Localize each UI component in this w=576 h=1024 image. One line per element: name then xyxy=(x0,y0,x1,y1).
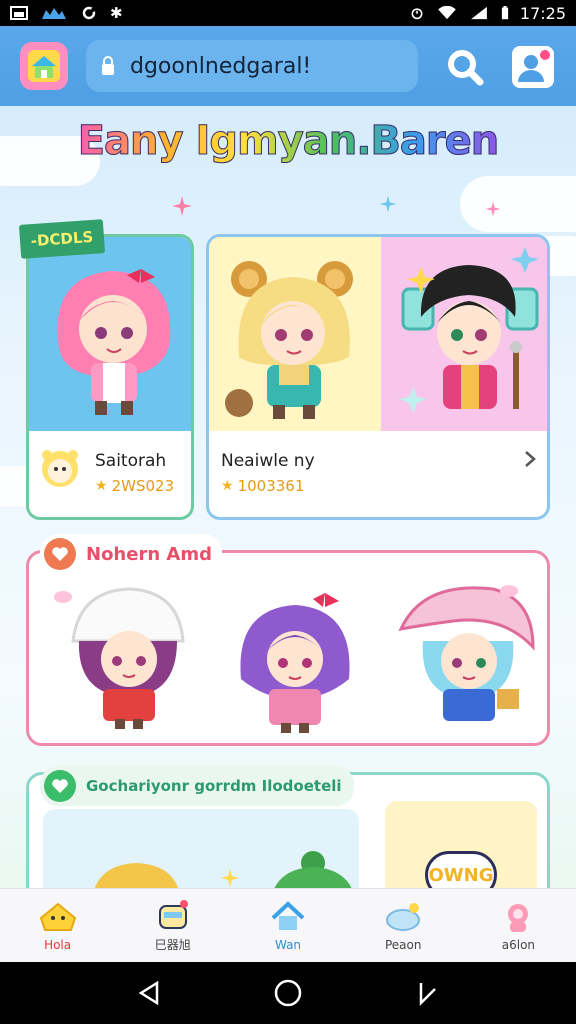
cloud-decoration xyxy=(460,176,576,232)
character-icon xyxy=(508,903,529,932)
tab-peaon[interactable]: Peaon xyxy=(346,889,461,962)
app-header: dgoonlnedgaral! xyxy=(0,26,576,106)
star-icon: ★ xyxy=(95,478,108,494)
address-text: dgoonlnedgaral! xyxy=(130,53,312,79)
cloud-sticker-icon xyxy=(500,585,518,597)
sparkle-icon xyxy=(220,868,240,888)
recents-button[interactable] xyxy=(407,973,447,1013)
sparkle-icon xyxy=(379,195,397,213)
cloud-icon xyxy=(386,902,421,931)
house-icon xyxy=(271,900,305,930)
character-art xyxy=(209,237,381,431)
bottom-tab-bar: Hola 巳器旭 Wan Peaon a6lon xyxy=(0,888,576,962)
heart-icon xyxy=(44,538,76,570)
hero-title: Eany Igmyan.Baren xyxy=(77,118,500,165)
card-title: Saitorah xyxy=(95,451,167,471)
home-circle-icon xyxy=(274,979,302,1007)
app-screen: dgoonlnedgaral! Eany Igmyan.Baren -DCDLS xyxy=(0,26,576,962)
system-navigation-bar xyxy=(0,962,576,1024)
tab-gifts[interactable]: 巳器旭 xyxy=(115,889,230,962)
character-card-wide[interactable]: Neaiwle ny ★ 1003361 xyxy=(206,234,550,520)
tab-label: Hola xyxy=(44,937,72,952)
tab-label: a6lon xyxy=(501,937,536,952)
search-button[interactable] xyxy=(444,46,486,88)
signal-icon xyxy=(471,6,487,20)
status-bar: ✱ 17:25 xyxy=(0,0,576,26)
cloud-sticker-icon xyxy=(54,591,72,603)
back-button[interactable] xyxy=(129,973,169,1013)
gift-icon xyxy=(158,900,188,929)
character-avatar-icon xyxy=(42,450,78,487)
app-logo-icon[interactable] xyxy=(20,42,68,90)
tab-label: Peaon xyxy=(384,937,422,952)
home-button[interactable] xyxy=(268,973,308,1013)
card-title: Neaiwle ny xyxy=(221,451,315,471)
search-icon xyxy=(448,50,484,86)
recents-icon xyxy=(419,983,436,1007)
featured-section xyxy=(26,550,550,746)
second-section-header[interactable]: Gochariyonr gorrdm Ilodoeteli xyxy=(40,766,354,806)
chevron-right-icon[interactable] xyxy=(523,449,537,469)
alarm-icon xyxy=(411,8,423,20)
tab-wan[interactable]: Wan xyxy=(230,889,345,962)
sparkle-icon xyxy=(485,201,501,217)
section-title: Nohern Amd xyxy=(86,543,212,565)
sparkle-icon xyxy=(172,196,192,216)
clock: 17:25 xyxy=(519,3,566,23)
star-icon: ★ xyxy=(221,478,234,494)
home-icon xyxy=(39,902,76,931)
card-number: 2WS023 xyxy=(111,477,175,495)
featured-section-header[interactable]: Nohern Amd xyxy=(40,534,222,574)
cloud-icon xyxy=(42,8,66,19)
pink-hair-girl-illustration xyxy=(57,269,171,415)
card-tag-badge: -DCDLS xyxy=(18,219,106,259)
striped-hat-girl-illustration xyxy=(398,586,535,721)
card-number: 1003361 xyxy=(237,477,305,495)
sync-icon xyxy=(82,6,96,20)
tab-profile[interactable]: a6lon xyxy=(461,889,576,962)
profile-button[interactable] xyxy=(512,46,554,88)
card-meta: ★ 2WS023 xyxy=(95,477,174,495)
tab-label: 巳器旭 xyxy=(154,938,191,952)
battery-icon xyxy=(501,6,509,20)
blonde-girl-illustration xyxy=(225,261,353,419)
house-logo-icon xyxy=(28,50,60,82)
purple-hair-girl-illustration xyxy=(240,593,350,733)
avatar xyxy=(39,447,81,489)
tab-label: Wan xyxy=(274,937,302,952)
card-meta: ★ 1003361 xyxy=(221,477,304,495)
heart-icon xyxy=(44,770,76,802)
hat-girl-illustration xyxy=(71,587,185,729)
character-art xyxy=(381,237,547,431)
character-card[interactable]: Saitorah ★ 2WS023 xyxy=(26,234,194,520)
wifi-icon xyxy=(438,6,456,20)
dark-hair-boy-illustration xyxy=(399,247,539,413)
address-bar[interactable]: dgoonlnedgaral! xyxy=(86,40,418,92)
image-icon xyxy=(10,6,28,20)
back-icon xyxy=(138,980,159,1006)
tab-home[interactable]: Hola xyxy=(0,889,115,962)
settings-icon: ✱ xyxy=(110,4,123,22)
section-title: Gochariyonr gorrdm Ilodoeteli xyxy=(86,777,342,795)
profile-icon xyxy=(518,50,550,82)
lock-icon xyxy=(102,56,114,75)
character-art xyxy=(29,237,191,431)
